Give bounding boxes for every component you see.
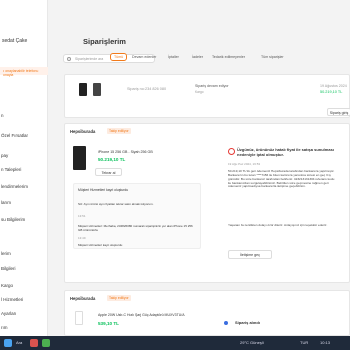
order-card-top[interactable]: Sipariş no: 234 826 080 Sipariş devam ed… xyxy=(64,74,350,118)
customer-service-thread: Müşteri Hizmetleri kayıt oluşturdu Siz: … xyxy=(73,183,201,249)
sidebar-item-misc[interactable]: rım xyxy=(1,325,8,330)
filter-not-supplied[interactable]: Tedarik edilmeyenler xyxy=(212,55,245,59)
weather-text: 29°C Güneşli xyxy=(240,340,264,345)
sidebar-item-pay[interactable]: pay xyxy=(1,153,8,158)
product-thumbnail xyxy=(79,83,87,96)
taskbar: Ara 29°C Güneşli TUR 10:13 xyxy=(0,336,350,350)
phone-verify-banner[interactable]: • onaylanabilir telefonu onayla xyxy=(0,67,48,77)
cancel-title: Üzgünüz, ürününüz hatalı fiyat ile satış… xyxy=(237,147,334,157)
sidebar-item-services[interactable]: l Hizmetleri xyxy=(1,297,23,302)
lang-indicator[interactable]: TUR xyxy=(300,340,308,345)
product-name[interactable]: iPhone 15 256 GB - Siyah 256 GB xyxy=(98,150,153,154)
order-number-label: Sipariş no: xyxy=(127,87,145,91)
sidebar-item-info[interactable]: su Bilgilerim xyxy=(1,217,25,222)
page-title: Siparişlerim xyxy=(83,37,126,46)
sidebar-item-requests[interactable]: n Talepleri xyxy=(1,167,21,172)
refund-info: 50.219,10 TL'lık geri ödemeniz Hepsibura… xyxy=(228,169,335,189)
sidebar-item-settings[interactable]: Ayarları xyxy=(1,311,16,316)
order-section-2: Hepsiburada Takip ediliyor Apple 20W Usb… xyxy=(64,290,350,336)
filter-cancellations[interactable]: İptaller xyxy=(168,55,179,59)
filter-all[interactable]: Tümü xyxy=(110,53,128,61)
seller-name: Hepsiburada xyxy=(70,296,96,301)
account-sidebar: sedat Çake • onaylanabilir telefonu onay… xyxy=(0,0,48,336)
message-2-time: 13:49 xyxy=(78,236,86,240)
filter-all-orders[interactable]: Tüm siparişler xyxy=(261,55,284,59)
sidebar-item-lists[interactable]: larım xyxy=(1,200,11,205)
message-1-time: 13:51 xyxy=(78,214,86,218)
search-icon xyxy=(67,57,71,61)
warning-icon xyxy=(228,148,235,155)
order-status-sub: Kargo xyxy=(195,90,204,94)
order-date: 19 Ağustos 2024 xyxy=(320,84,347,88)
sidebar-item-addresses[interactable]: lerim xyxy=(1,251,11,256)
orders-main: Siparişlerim Siparişlerimde ara Tümü Dev… xyxy=(52,0,350,336)
start-icon[interactable] xyxy=(4,339,12,347)
product-price: 539,10 TL xyxy=(98,321,119,326)
order-section-1: Hepsiburada Takip ediliyor iPhone 15 256… xyxy=(64,123,350,283)
order-status: Sipariş devam ediyor xyxy=(195,84,229,88)
message-1: Siz: Aynı ürünü aynı fiyattan tekrar sat… xyxy=(78,202,154,206)
sidebar-item-billing[interactable]: Bilgileri xyxy=(1,266,16,271)
status-badge: Takip ediliyor xyxy=(107,295,131,301)
sidebar-item-special-offers[interactable]: Özel Fırsatlar xyxy=(1,133,28,138)
sidebar-item-reviews[interactable]: lendirmelerim xyxy=(1,184,28,189)
order-number: 234 826 080 xyxy=(145,87,167,91)
product-thumbnail xyxy=(93,83,101,96)
order-detail-button[interactable]: Sipariş giriş xyxy=(327,108,350,116)
app-icon[interactable] xyxy=(30,339,38,347)
message-2: Müşteri Hizmetleri: Merhaba, 234826080 n… xyxy=(78,224,193,232)
order-price: 50.219,10 TL xyxy=(320,90,343,94)
filter-returns[interactable]: İadeler xyxy=(192,55,203,59)
sidebar-item-cargo[interactable]: Kargo xyxy=(1,283,13,288)
product-name[interactable]: Apple 20W Usb-C Hızlı Şarj Güç Adaptörü … xyxy=(98,313,185,317)
cancel-date: 19 Ağu Paz 2024, 16:53 xyxy=(228,162,261,166)
reorder-button[interactable]: Tekrar al xyxy=(95,168,122,176)
taskbar-search[interactable]: Ara xyxy=(16,340,22,345)
thread-title: Müşteri Hizmetleri kayıt oluşturdu xyxy=(78,188,129,192)
status-step: Sipariş alındı xyxy=(235,320,260,325)
sidebar-item-orders[interactable]: n xyxy=(1,113,4,118)
user-name: sedat Çake xyxy=(2,38,28,44)
seller-name: Hepsiburada xyxy=(70,129,96,134)
product-price: 50.219,10 TL xyxy=(98,157,126,162)
browser-icon[interactable] xyxy=(42,339,50,347)
filter-ongoing[interactable]: Devam edenler xyxy=(132,55,156,59)
apology-text: Yaşanan bu terslikten dolayı özür dileri… xyxy=(228,223,328,227)
step-dot xyxy=(224,321,228,325)
clock[interactable]: 10:13 xyxy=(320,340,330,345)
status-badge: Takip ediliyor xyxy=(107,128,131,134)
contact-button[interactable]: İletişime geç xyxy=(228,250,272,259)
product-image[interactable] xyxy=(75,311,83,325)
message-3: Müşteri Hizmetleri kayıt oluşturdu xyxy=(78,243,123,247)
product-image[interactable] xyxy=(73,146,86,170)
